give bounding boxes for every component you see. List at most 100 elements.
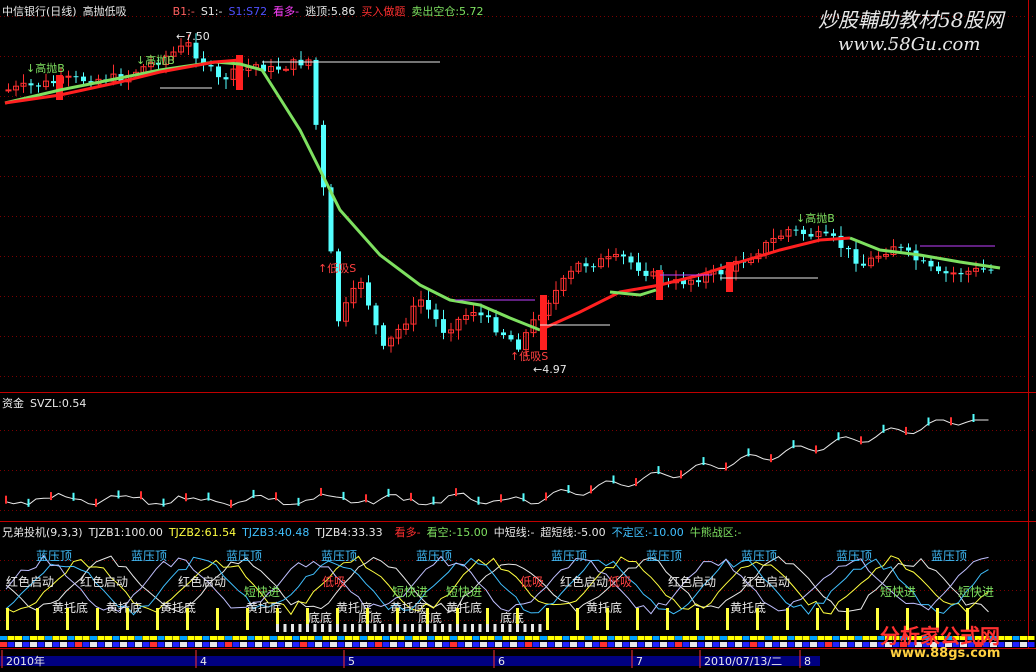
low-suck-label: 低吸 bbox=[608, 575, 632, 589]
yellow-bar bbox=[156, 608, 159, 630]
strip-cell-a bbox=[615, 636, 622, 640]
strip-cell-b bbox=[382, 642, 390, 647]
strip-cell-b bbox=[390, 642, 397, 647]
strip-cell-a bbox=[622, 636, 630, 640]
strip-cell-b bbox=[285, 642, 292, 647]
yellow-bar bbox=[246, 608, 249, 630]
strip-cell-a bbox=[270, 636, 277, 640]
date-label-4: 7 bbox=[636, 655, 643, 668]
chart-window[interactable]: ←7.50 ←4.97 ↓高抛B ↓高抛B ↓高抛B ↑低吸S ↑低吸S 蓝压顶 蓝压顶 蓝压顶 蓝… bbox=[0, 0, 1036, 668]
strip-cell-b bbox=[315, 642, 322, 647]
candle bbox=[613, 248, 619, 261]
strip-cell-a bbox=[360, 636, 367, 640]
watermark-bottom: 分析家公式网 bbox=[880, 624, 1000, 648]
strip-cell-b bbox=[210, 642, 217, 647]
strip-cell-b bbox=[1020, 642, 1027, 647]
strip-cell-a bbox=[682, 636, 690, 640]
strip-cell-b bbox=[525, 642, 532, 647]
low-suck-label: 低吸 bbox=[520, 575, 544, 589]
strip-cell-b bbox=[832, 642, 840, 647]
candle-body-down bbox=[591, 266, 596, 268]
blue-top-label: 蓝压顶 bbox=[321, 549, 357, 563]
strip-cell-a bbox=[307, 636, 315, 640]
candle-body-down bbox=[636, 262, 641, 271]
strip-cell-b bbox=[480, 642, 487, 647]
candle bbox=[703, 267, 709, 289]
candle-body-down bbox=[28, 83, 34, 86]
strip-cell-b bbox=[7, 642, 15, 647]
strip-cell-b bbox=[840, 642, 847, 647]
candle-body-down bbox=[313, 59, 319, 125]
strip-cell-b bbox=[802, 642, 810, 647]
candle-body-down bbox=[493, 317, 499, 333]
b1-value: B1:- bbox=[172, 5, 195, 18]
bottom-tick bbox=[456, 624, 459, 632]
kanduo-sub: 看多- bbox=[394, 526, 421, 539]
date-label-6: 8 bbox=[804, 655, 811, 668]
candle bbox=[290, 57, 297, 76]
strip-cell-a bbox=[847, 636, 855, 640]
candle-body-down bbox=[943, 271, 949, 274]
strip-cell-b bbox=[510, 642, 517, 647]
bottom-tick bbox=[493, 624, 497, 632]
candle-body-down bbox=[193, 42, 199, 59]
strip-cell-b bbox=[30, 642, 37, 647]
candle-body-down bbox=[801, 229, 806, 235]
strip-cell-b bbox=[150, 642, 157, 647]
yellow-bar bbox=[96, 608, 99, 630]
candle bbox=[343, 296, 349, 327]
candle-body-down bbox=[906, 247, 911, 251]
date-label-3: 6 bbox=[498, 655, 505, 668]
strip-cell-b bbox=[82, 642, 90, 647]
tjzb3: TJZB3:40.48 bbox=[242, 526, 310, 539]
chart-canvas[interactable]: ←7.50 ←4.97 ↓高抛B ↓高抛B ↓高抛B ↑低吸S ↑低吸S 蓝压顶 蓝压顶 蓝压顶 蓝… bbox=[0, 0, 1036, 668]
candle-body-down bbox=[958, 272, 964, 275]
candle-body-down bbox=[921, 260, 926, 262]
strip-cell-b bbox=[502, 642, 510, 647]
candle bbox=[501, 329, 506, 339]
strip-cell-b bbox=[1005, 642, 1012, 647]
bottom-tick bbox=[373, 624, 377, 632]
date-label-5: 2010/07/13/二 bbox=[704, 655, 782, 668]
strip-cell-a bbox=[397, 636, 405, 640]
strip-cell-a bbox=[727, 636, 735, 640]
candle bbox=[583, 257, 589, 273]
date-label-1: 4 bbox=[200, 655, 207, 668]
candle bbox=[426, 290, 431, 319]
strip-cell-a bbox=[330, 636, 337, 640]
strip-cell-a bbox=[547, 636, 555, 640]
cdx-sub: 超短线:-5.00 bbox=[540, 526, 606, 539]
kankong-sub: 看空:-15.00 bbox=[426, 526, 488, 539]
candle bbox=[898, 243, 904, 253]
buy-signal-1: ↑低吸S bbox=[318, 262, 356, 275]
strip-cell-b bbox=[45, 642, 52, 647]
strip-cell-b bbox=[652, 642, 660, 647]
watermark-top-text: 炒股輔助教材58股网 bbox=[818, 8, 1004, 32]
strip-cell-b bbox=[360, 642, 367, 647]
strip-cell-a bbox=[195, 636, 202, 640]
candle bbox=[366, 275, 371, 310]
bottom-tick bbox=[448, 624, 452, 632]
strip-cell-b bbox=[795, 642, 802, 647]
strip-cell-a bbox=[840, 636, 847, 640]
strip-cell-b bbox=[825, 642, 832, 647]
candle bbox=[358, 277, 364, 298]
red-start-label: 红色启动 bbox=[80, 574, 128, 589]
candle bbox=[958, 268, 964, 283]
strip-cell-b bbox=[330, 642, 337, 647]
strip-cell-b bbox=[195, 642, 202, 647]
candle bbox=[936, 261, 941, 274]
strip-cell-a bbox=[1027, 636, 1035, 640]
yellow-bar bbox=[126, 608, 129, 630]
strip-cell-b bbox=[367, 642, 375, 647]
candle bbox=[28, 79, 34, 94]
bottom-tick bbox=[388, 624, 392, 632]
candle bbox=[861, 254, 866, 268]
zdx-sub: 中短线:- bbox=[493, 526, 535, 539]
strip-cell-a bbox=[390, 636, 397, 640]
strip-cell-b bbox=[165, 642, 172, 647]
price-low-label: ←4.97 bbox=[533, 363, 567, 376]
yellow-bar bbox=[666, 608, 669, 630]
main-header: 中信银行(日线) 高抛低吸 B1:- S1:- S1:S72 看多- 逃顶:5.86 买入做题… bbox=[2, 3, 490, 19]
strip-cell-a bbox=[37, 636, 45, 640]
